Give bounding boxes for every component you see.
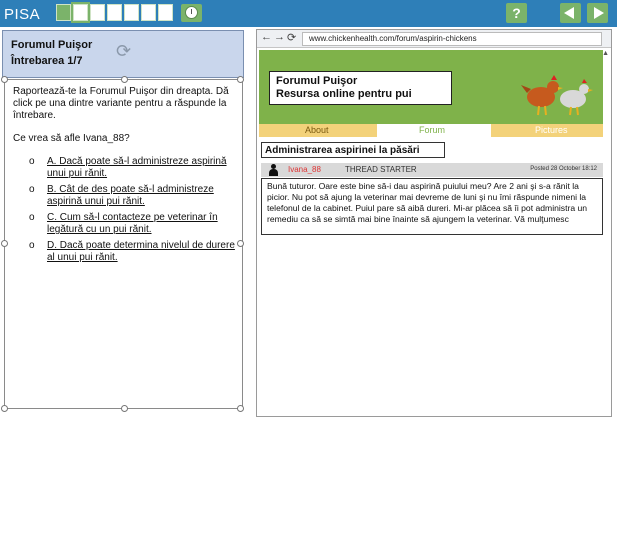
answer-option-a[interactable]: o A. Dacă poate să-l administreze aspirin… bbox=[29, 156, 235, 180]
answer-option-label: B. Cât de des poate să-l administreze as… bbox=[47, 184, 214, 207]
post-username: Ivana_88 bbox=[288, 165, 321, 174]
question-body: Raportează-te la Forumul Puişor din drea… bbox=[1, 76, 244, 412]
site-title-line1: Forumul Puişor bbox=[276, 75, 358, 87]
question-instruction: Raportează-te la Forumul Puişor din drea… bbox=[13, 86, 229, 121]
resize-handle[interactable] bbox=[121, 76, 128, 83]
resize-handle[interactable] bbox=[237, 405, 244, 412]
progress-step-1 bbox=[56, 4, 71, 21]
site-title-line2: Resursa online pentru pui bbox=[276, 88, 412, 100]
forward-icon[interactable]: → bbox=[274, 31, 285, 43]
help-button[interactable]: ? bbox=[506, 3, 527, 23]
resize-handle[interactable] bbox=[237, 76, 244, 83]
scroll-up-icon[interactable]: ▲ bbox=[602, 50, 609, 57]
answer-option-c[interactable]: o C. Cum să-l contacteze pe veterinar în … bbox=[29, 212, 235, 236]
tab-about[interactable]: About bbox=[305, 125, 329, 135]
question-title-line1: Forumul Puişor bbox=[11, 39, 93, 51]
question-title: Forumul Puişor Întrebarea 1/7 bbox=[11, 37, 92, 69]
site-tabs: About Forum Pictures bbox=[259, 124, 603, 137]
resize-handle[interactable] bbox=[1, 240, 8, 247]
progress-step-6 bbox=[141, 4, 156, 21]
post-text: Bună tuturor. Oare este bine să-i dau as… bbox=[261, 178, 603, 235]
answer-option-d[interactable]: o D. Dacă poate determina nivelul de dure… bbox=[29, 240, 235, 264]
radio-bullet-icon: o bbox=[29, 156, 35, 167]
answer-option-label: A. Dacă poate să-l administreze aspirină… bbox=[47, 156, 227, 179]
browser-navbar: ← → ⟳ www.chickenhealth.com/forum/aspiri… bbox=[257, 30, 611, 48]
resize-handle[interactable] bbox=[1, 76, 8, 83]
post-date: Posted 28 October 18:12 bbox=[530, 166, 597, 172]
question-header: Forumul Puişor Întrebarea 1/7 ⟳ bbox=[2, 30, 244, 78]
back-icon[interactable]: ← bbox=[261, 31, 272, 43]
url-bar[interactable]: www.chickenhealth.com/forum/aspirin-chic… bbox=[302, 32, 602, 46]
next-button[interactable] bbox=[587, 3, 608, 23]
arrow-left-icon bbox=[564, 7, 574, 19]
answer-options: o A. Dacă poate să-l administreze aspirin… bbox=[29, 156, 235, 264]
resize-handle[interactable] bbox=[1, 405, 8, 412]
tab-pictures[interactable]: Pictures bbox=[535, 125, 568, 135]
app-title: PISA bbox=[4, 6, 41, 23]
progress-step-4 bbox=[107, 4, 122, 21]
chickens-image bbox=[521, 75, 593, 116]
answer-option-b[interactable]: o B. Cât de des poate să-l administreze a… bbox=[29, 184, 235, 208]
question-text: Raportează-te la Forumul Puişor din drea… bbox=[13, 86, 235, 268]
answer-option-label: D. Dacă poate determina nivelul de durer… bbox=[47, 240, 235, 263]
thread-starter-label: THREAD STARTER bbox=[345, 165, 417, 174]
post-header: Ivana_88 THREAD STARTER Posted 28 Octobe… bbox=[261, 163, 603, 177]
progress-step-3 bbox=[90, 4, 105, 21]
reload-icon[interactable]: ⟳ bbox=[287, 31, 296, 44]
question-title-line2: Întrebarea 1/7 bbox=[11, 55, 83, 67]
timer-button[interactable] bbox=[181, 4, 202, 22]
pisa-app: PISA ? Forumul Puişor Întrebarea 1/7 ⟳ R… bbox=[0, 0, 617, 533]
radio-bullet-icon: o bbox=[29, 212, 35, 223]
resize-handle[interactable] bbox=[237, 240, 244, 247]
user-icon bbox=[269, 164, 278, 176]
clock-icon bbox=[185, 6, 198, 19]
question-prompt: Ce vrea să afle Ivana_88? bbox=[13, 133, 130, 144]
radio-bullet-icon: o bbox=[29, 240, 35, 251]
site-header: Forumul Puişor Resursa online pentru pui bbox=[259, 50, 603, 124]
progress-step-5 bbox=[124, 4, 139, 21]
progress-step-2 bbox=[71, 2, 90, 23]
thread-title: Administrarea aspirinei la păsări bbox=[261, 142, 445, 158]
site-title: Forumul Puişor Resursa online pentru pui bbox=[269, 71, 452, 105]
progress-step-7 bbox=[158, 4, 173, 21]
arrow-right-icon bbox=[594, 7, 604, 19]
answer-option-label: C. Cum să-l contacteze pe veterinar în l… bbox=[47, 212, 218, 235]
radio-bullet-icon: o bbox=[29, 184, 35, 195]
refresh-icon[interactable]: ⟳ bbox=[116, 41, 131, 62]
top-bar: PISA ? bbox=[0, 0, 617, 27]
tab-forum[interactable]: Forum bbox=[419, 125, 445, 135]
previous-button[interactable] bbox=[560, 3, 581, 23]
browser-window: ← → ⟳ www.chickenhealth.com/forum/aspiri… bbox=[256, 29, 612, 417]
resize-handle[interactable] bbox=[121, 405, 128, 412]
